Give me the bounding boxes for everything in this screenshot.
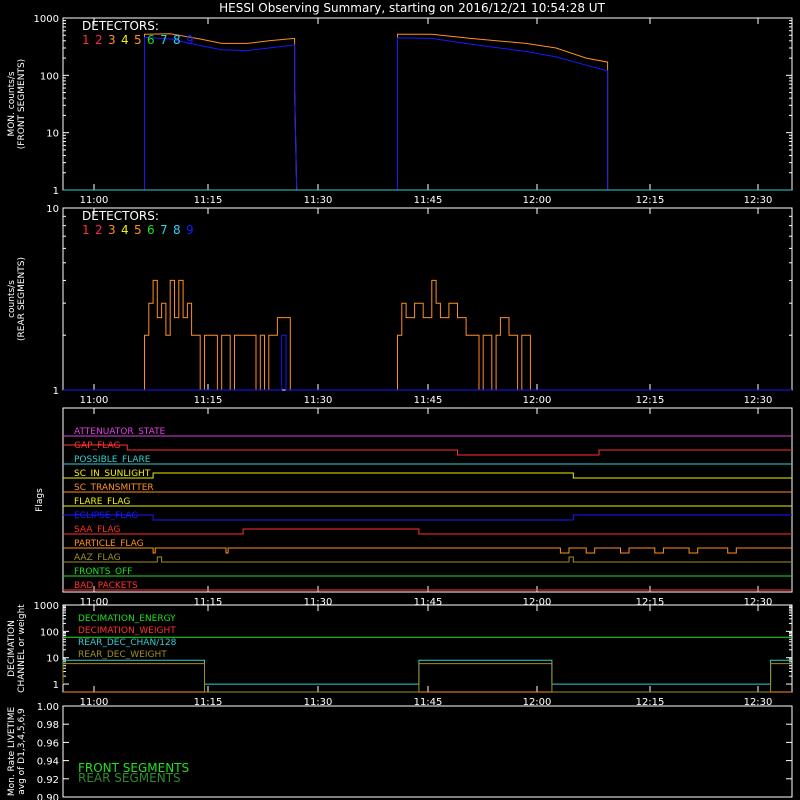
rear-legend-item-3: 4 bbox=[121, 223, 129, 237]
rear-panel: counts/s (REAR SEGMENTS) 1 10 11:00 11:15 11:3… bbox=[7, 204, 793, 406]
rear-legend-item-7: 8 bbox=[173, 223, 181, 237]
front-legend-item-4: 5 bbox=[134, 33, 142, 47]
flag-label-9: AAZ_FLAG bbox=[74, 553, 121, 563]
rear-xtick-label-6: 12:30 bbox=[744, 395, 773, 406]
rear-xtick-label-3: 11:45 bbox=[414, 395, 443, 406]
live-ylabel-1: avg of D1,3,4,5,6,9 bbox=[17, 708, 27, 795]
front-ylabel-1: (FRONT SEGMENTS) bbox=[17, 59, 27, 149]
rear-xtick-label-5: 12:15 bbox=[636, 395, 665, 406]
rear-legend-item-0: 1 bbox=[82, 223, 90, 237]
rear-series-1-segment-0 bbox=[63, 334, 792, 391]
decim-ylabel-0: DECIMATION bbox=[7, 620, 17, 677]
front-legend-item-3: 4 bbox=[121, 33, 129, 47]
front-series-0-segment-0 bbox=[144, 33, 298, 191]
flag-line-8 bbox=[63, 547, 792, 554]
live-ytick-label-0: 0.90 bbox=[37, 793, 59, 800]
front-legend-item-0: 1 bbox=[82, 33, 90, 47]
front-xtick-label-6: 12:30 bbox=[744, 195, 773, 206]
flags-panel: Flags11:00 11:15 11:30 11:45 12:00 12:15 12:30… bbox=[35, 407, 793, 608]
rear-legend-title: DETECTORS: bbox=[82, 209, 159, 223]
front-legend-title: DETECTORS: bbox=[82, 19, 159, 33]
rear-legend-item-1: 2 bbox=[95, 223, 103, 237]
front-series-1-segment-1 bbox=[397, 37, 609, 190]
front-ylabel-0: MON. counts/s bbox=[7, 71, 17, 136]
chart-title: HESSI Observing Summary, starting on 201… bbox=[219, 1, 605, 15]
front-series-1-segment-0 bbox=[144, 36, 298, 191]
front-legend-item-8: 9 bbox=[186, 33, 194, 47]
live-ylabel-0: Mon. Rate LIVETIME bbox=[7, 707, 17, 797]
decim-ytick-label-0: 1 bbox=[53, 680, 59, 691]
front-xtick-label-0: 11:00 bbox=[80, 195, 109, 206]
flag-line-3 bbox=[63, 472, 792, 479]
flag-label-4: SC_TRANSMITTER bbox=[74, 483, 154, 493]
rear-legend-item-6: 7 bbox=[160, 223, 168, 237]
flags-ylabel-0: Flags bbox=[35, 488, 45, 512]
front-legend-item-1: 2 bbox=[95, 33, 103, 47]
flag-line-1 bbox=[63, 444, 792, 456]
rear-legend-item-5: 6 bbox=[147, 223, 155, 237]
decim-legend-item-3: REAR_DEC_WEIGHT bbox=[78, 650, 167, 660]
front-panel: MON. counts/s (FRONT SEGMENTS) 1 10 100 1000 1… bbox=[7, 14, 793, 206]
rear-ytick-label-1: 10 bbox=[46, 204, 59, 215]
front-ytick-label-1: 10 bbox=[46, 129, 59, 140]
front-legend-item-2: 3 bbox=[108, 33, 116, 47]
front-xtick-label-5: 12:15 bbox=[636, 195, 665, 206]
decim-legend-item-1: DECIMATION_WEIGHT bbox=[78, 626, 176, 636]
live-panel: Mon. Rate LIVETIME avg of D1,3,4,5,6,9 0.9… bbox=[7, 702, 793, 800]
rear-xtick-label-1: 11:15 bbox=[194, 395, 223, 406]
decim-ytick-label-2: 100 bbox=[40, 627, 59, 638]
flag-label-7: SAA_FLAG bbox=[74, 525, 120, 535]
rear-ytick-label-0: 1 bbox=[53, 386, 59, 397]
flag-label-2: POSSIBLE_FLARE bbox=[74, 455, 151, 465]
rear-xtick-label-0: 11:00 bbox=[80, 395, 109, 406]
live-ytick-label-4: 0.98 bbox=[37, 720, 59, 731]
rear-legend-item-8: 9 bbox=[186, 223, 194, 237]
live-ytick-label-2: 0.94 bbox=[37, 757, 59, 768]
live-ytick-label-1: 0.92 bbox=[37, 775, 59, 786]
live-legend-item-1: REAR SEGMENTS bbox=[78, 771, 181, 785]
hessi-summary-chart: HESSI Observing Summary, starting on 201… bbox=[7, 1, 793, 800]
live-ytick-label-3: 0.96 bbox=[37, 738, 59, 749]
rear-legend-item-4: 5 bbox=[134, 223, 142, 237]
decim-ylabel-1: CHANNEL or weight bbox=[17, 604, 27, 693]
front-xtick-label-1: 11:15 bbox=[194, 195, 223, 206]
front-series-0-segment-1 bbox=[397, 33, 609, 190]
front-ytick-label-0: 1 bbox=[53, 186, 59, 197]
decim-legend-item-0: DECIMATION_ENERGY bbox=[78, 614, 176, 624]
rear-xtick-label-2: 11:30 bbox=[304, 395, 333, 406]
flag-label-3: SC_IN_SUNLIGHT bbox=[74, 469, 151, 479]
front-xtick-label-3: 11:45 bbox=[414, 195, 443, 206]
rear-series-0-segment-0 bbox=[63, 279, 792, 391]
front-xtick-label-2: 11:30 bbox=[304, 195, 333, 206]
decim-ytick-label-1: 10 bbox=[46, 654, 59, 665]
front-legend-item-5: 6 bbox=[147, 33, 155, 47]
flag-label-6: ECLIPSE_FLAG bbox=[74, 511, 138, 521]
decim-panel: DECIMATION CHANNEL or weight 110100100011:… bbox=[7, 601, 793, 708]
live-ytick-label-5: 1.00 bbox=[37, 702, 59, 713]
front-ytick-label-2: 100 bbox=[40, 71, 59, 82]
decim-legend-item-2: REAR_DEC_CHAN/128 bbox=[78, 638, 177, 648]
front-legend-item-7: 8 bbox=[173, 33, 181, 47]
rear-ylabel-1: (REAR SEGMENTS) bbox=[17, 257, 27, 341]
decim-ytick-label-3: 1000 bbox=[34, 601, 59, 612]
flag-label-0: ATTENUATOR_STATE bbox=[74, 427, 166, 437]
front-legend-item-6: 7 bbox=[160, 33, 168, 47]
flag-label-1: GAP_FLAG bbox=[74, 441, 120, 451]
rear-legend-item-2: 3 bbox=[108, 223, 116, 237]
rear-xtick-label-4: 12:00 bbox=[523, 395, 552, 406]
front-ytick-label-3: 1000 bbox=[34, 14, 59, 25]
flag-label-11: BAD_PACKETS bbox=[74, 581, 138, 591]
rear-ylabel-0: counts/s bbox=[7, 280, 17, 318]
flag-label-5: FLARE_FLAG bbox=[74, 497, 130, 507]
front-xtick-label-4: 12:00 bbox=[523, 195, 552, 206]
flag-label-8: PARTICLE_FLAG bbox=[74, 539, 144, 549]
flag-label-10: FRONTS_OFF bbox=[74, 567, 132, 577]
flag-line-6 bbox=[63, 514, 792, 521]
flag-line-9 bbox=[63, 556, 792, 563]
flag-line-7 bbox=[63, 528, 792, 535]
